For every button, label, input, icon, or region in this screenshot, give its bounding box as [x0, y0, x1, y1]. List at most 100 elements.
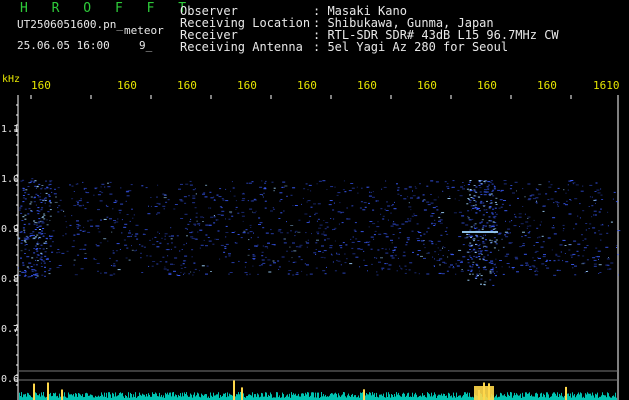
amplitude-bar	[510, 392, 511, 400]
noise-pixel	[31, 270, 34, 272]
noise-pixel	[148, 205, 149, 207]
noise-pixel	[113, 201, 117, 203]
noise-pixel	[225, 225, 228, 227]
noise-pixel	[430, 194, 432, 195]
amplitude-bar	[301, 393, 302, 400]
noise-pixel	[48, 211, 50, 213]
noise-pixel	[414, 215, 418, 217]
noise-pixel	[265, 232, 269, 234]
noise-pixel	[48, 205, 51, 207]
noise-pixel	[261, 255, 264, 257]
amplitude-bar	[519, 395, 520, 400]
noise-pixel	[479, 183, 481, 185]
noise-pixel	[385, 252, 389, 254]
amplitude-bar	[218, 392, 219, 400]
noise-pixel	[31, 269, 34, 271]
noise-pixel	[506, 263, 510, 264]
noise-pixel	[82, 248, 86, 250]
amplitude-bar	[536, 392, 537, 400]
amplitude-bar	[534, 396, 535, 400]
noise-pixel	[495, 213, 498, 215]
noise-pixel	[467, 217, 470, 219]
amplitude-bar	[135, 392, 136, 400]
noise-pixel	[490, 202, 493, 204]
noise-pixel	[20, 205, 23, 207]
noise-pixel	[490, 200, 493, 202]
amplitude-bar	[609, 396, 610, 400]
noise-pixel	[35, 277, 38, 279]
noise-pixel	[494, 215, 497, 217]
noise-pixel	[248, 239, 250, 241]
amplitude-bar	[27, 392, 28, 400]
amplitude-bar	[286, 395, 287, 400]
noise-pixel	[426, 273, 430, 275]
noise-pixel	[553, 233, 557, 235]
noise-pixel	[482, 242, 486, 244]
noise-pixel	[234, 231, 236, 232]
noise-pixel	[440, 234, 443, 236]
noise-pixel	[43, 198, 45, 200]
amplitude-bar	[551, 396, 552, 400]
noise-pixel	[115, 250, 118, 252]
noise-pixel	[329, 247, 333, 249]
noise-pixel	[308, 220, 310, 222]
noise-pixel	[492, 195, 495, 197]
noise-pixel	[574, 265, 577, 267]
noise-pixel	[502, 273, 505, 275]
amplitude-bar	[80, 394, 81, 400]
amplitude-bar	[229, 393, 230, 400]
noise-pixel	[451, 186, 455, 188]
noise-pixel	[557, 205, 559, 207]
noise-pixel	[480, 183, 483, 184]
noise-pixel	[37, 195, 39, 196]
amplitude-bar	[308, 392, 309, 400]
noise-pixel	[442, 247, 443, 249]
noise-pixel	[342, 242, 345, 244]
noise-pixel	[410, 209, 412, 211]
noise-pixel	[536, 200, 537, 202]
noise-pixel	[49, 180, 53, 182]
noise-pixel	[71, 215, 73, 217]
noise-pixel	[57, 249, 60, 250]
noise-pixel	[469, 189, 472, 190]
noise-pixel	[556, 269, 559, 271]
noise-pixel	[284, 185, 288, 187]
amplitude-bar	[365, 395, 366, 400]
noise-pixel	[476, 236, 479, 238]
noise-pixel	[182, 263, 185, 265]
noise-pixel	[105, 204, 107, 206]
noise-pixel	[382, 218, 385, 220]
noise-pixel	[565, 192, 567, 194]
noise-pixel	[163, 208, 165, 210]
amplitude-bar	[496, 394, 497, 400]
noise-pixel	[29, 233, 33, 235]
noise-pixel	[498, 249, 500, 251]
noise-pixel	[184, 255, 188, 257]
noise-pixel	[58, 265, 62, 266]
amplitude-bar	[446, 395, 447, 400]
noise-pixel	[167, 255, 169, 257]
noise-pixel	[324, 273, 327, 275]
amplitude-bar	[367, 394, 368, 400]
noise-pixel	[387, 219, 389, 221]
noise-pixel	[385, 180, 387, 182]
noise-pixel	[562, 224, 565, 226]
noise-pixel	[593, 263, 597, 265]
noise-pixel	[420, 240, 424, 242]
noise-pixel	[146, 255, 149, 257]
noise-pixel	[283, 238, 286, 240]
amplitude-bar	[568, 393, 569, 400]
noise-pixel	[110, 226, 114, 228]
noise-pixel	[228, 255, 231, 257]
noise-pixel	[576, 250, 579, 252]
amplitude-bar	[287, 394, 288, 400]
noise-pixel	[278, 218, 281, 219]
amplitude-bar	[64, 392, 65, 400]
noise-pixel	[478, 273, 481, 275]
noise-pixel	[36, 186, 39, 188]
noise-pixel	[82, 181, 84, 183]
amplitude-bar	[159, 392, 160, 400]
noise-pixel	[568, 213, 572, 215]
noise-pixel	[359, 266, 361, 268]
amplitude-bar	[293, 393, 294, 400]
